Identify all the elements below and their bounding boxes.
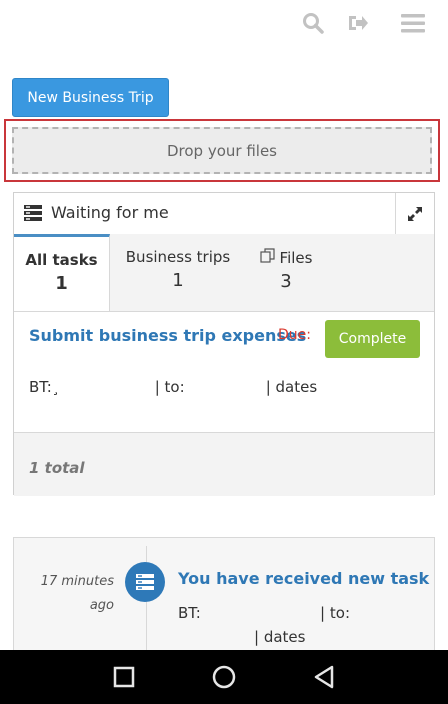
drop-zone-highlight: Drop your files: [4, 119, 440, 182]
tab-files[interactable]: Files 3: [246, 234, 326, 311]
task-list-icon: [125, 562, 165, 602]
recent-apps-icon[interactable]: [111, 664, 137, 690]
tab-all-tasks[interactable]: All tasks 1: [14, 234, 110, 311]
task-item: Submit business trip expenses Due: Compl…: [14, 312, 434, 432]
top-toolbar: [0, 0, 448, 48]
search-icon[interactable]: [300, 10, 326, 36]
complete-button[interactable]: Complete: [325, 320, 420, 358]
tab-count: 1: [55, 273, 68, 294]
drop-zone-label: Drop your files: [166, 141, 277, 160]
new-business-trip-button[interactable]: New Business Trip: [12, 78, 169, 117]
feed-timestamp: 17 minutes ago: [40, 574, 114, 613]
feed-meta-line2: | dates: [254, 628, 306, 646]
panel-header: Waiting for me: [14, 193, 434, 235]
home-icon[interactable]: [211, 664, 237, 690]
waiting-for-me-panel: Waiting for me All tasks 1 Business trip…: [13, 192, 435, 496]
task-tabs: All tasks 1 Business trips 1 Files 3: [14, 234, 434, 312]
files-copy-icon: [259, 248, 276, 267]
hamburger-menu-icon[interactable]: [400, 10, 426, 36]
feed-meta-line1: BT: | to:: [178, 604, 350, 622]
back-icon[interactable]: [311, 664, 337, 690]
feed-title-link[interactable]: You have received new task: [178, 569, 429, 588]
due-label: Due:: [278, 327, 311, 343]
tab-label: Files: [279, 248, 313, 267]
task-meta: BT:¸ | to: | dates: [29, 378, 318, 396]
activity-feed-item: 17 minutes ago You have received new tas…: [13, 537, 435, 666]
tab-count: 3: [280, 271, 292, 292]
tab-business-trips[interactable]: Business trips 1: [110, 234, 246, 311]
file-drop-zone[interactable]: Drop your files: [12, 127, 432, 174]
expand-icon[interactable]: [395, 193, 434, 234]
sign-out-icon[interactable]: [345, 10, 371, 36]
panel-title: Waiting for me: [51, 203, 169, 222]
android-navigation-bar: [0, 650, 448, 704]
panel-footer: 1 total: [14, 432, 434, 496]
task-title-link[interactable]: Submit business trip expenses: [29, 326, 306, 345]
task-list-icon: [24, 205, 42, 225]
tab-count: 1: [172, 270, 184, 291]
tab-label: Business trips: [125, 248, 231, 266]
total-count: 1 total: [29, 459, 85, 477]
tab-label: All tasks: [25, 251, 98, 269]
